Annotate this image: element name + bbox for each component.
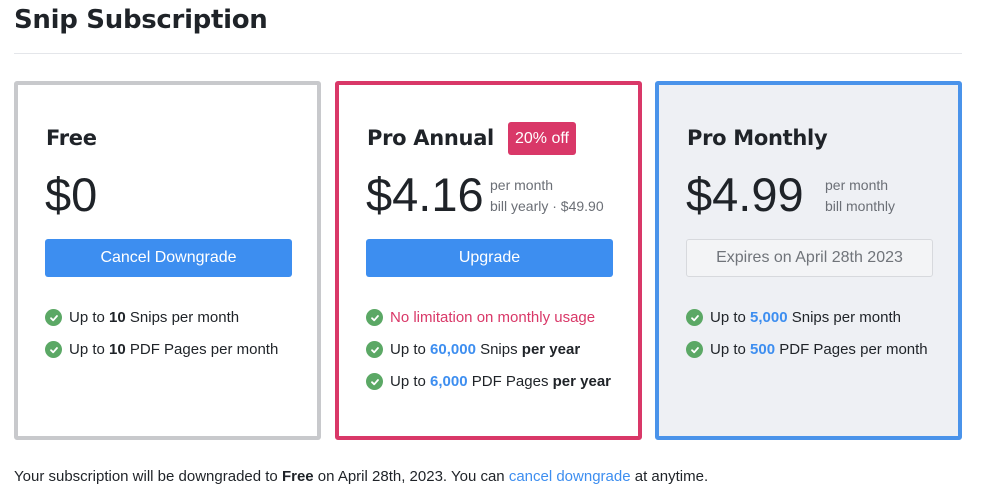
- feature-list: Up to 10 Snips per month Up to 10 PDF Pa…: [45, 307, 278, 371]
- feature-text: Up to 10 Snips per month: [69, 309, 240, 326]
- downgrade-notice: Your subscription will be downgraded to …: [14, 468, 709, 485]
- feature-text: Up to 6,000 PDF Pages per year: [390, 373, 611, 390]
- check-circle-icon: [366, 373, 383, 390]
- billing-info: bill yearly · $49.90: [490, 198, 604, 214]
- check-circle-icon: [686, 341, 703, 358]
- page-title: Snip Subscription: [14, 5, 268, 35]
- feature-list: No limitation on monthly usage Up to 60,…: [366, 307, 611, 403]
- plan-name: Pro Monthly: [687, 126, 828, 150]
- feature-item: Up to 5,000 Snips per month: [686, 307, 928, 328]
- check-circle-icon: [45, 341, 62, 358]
- discount-badge: 20% off: [508, 122, 576, 155]
- price-period: per month: [490, 177, 554, 193]
- plan-card-free: Free $0 Cancel Downgrade Up to 10 Snips …: [14, 81, 321, 440]
- title-divider: [14, 53, 962, 54]
- check-circle-icon: [686, 309, 703, 326]
- feature-list: Up to 5,000 Snips per month Up to 500 PD…: [686, 307, 928, 371]
- feature-item: No limitation on monthly usage: [366, 307, 611, 328]
- plan-price: $0: [45, 168, 98, 221]
- price-note: per month bill yearly · $49.90: [490, 175, 604, 217]
- feature-item: Up to 6,000 PDF Pages per year: [366, 371, 611, 392]
- plan-card-pro-monthly: Pro Monthly $4.99 per month bill monthly…: [655, 81, 962, 440]
- price-period: per month: [825, 177, 889, 193]
- feature-text: Up to 10 PDF Pages per month: [69, 341, 279, 358]
- plan-price: $4.99: [686, 168, 804, 221]
- check-circle-icon: [366, 309, 383, 326]
- upgrade-button[interactable]: Upgrade: [366, 239, 613, 277]
- feature-text: Up to 500 PDF Pages per month: [710, 341, 928, 358]
- plan-price: $4.16: [366, 168, 484, 221]
- feature-item: Up to 60,000 Snips per year: [366, 339, 611, 360]
- cancel-downgrade-button[interactable]: Cancel Downgrade: [45, 239, 292, 277]
- plan-card-pro-annual: Pro Annual 20% off $4.16 per month bill …: [335, 81, 642, 440]
- feature-text: Up to 5,000 Snips per month: [710, 309, 901, 326]
- feature-item: Up to 10 PDF Pages per month: [45, 339, 278, 360]
- feature-text: No limitation on monthly usage: [390, 309, 596, 326]
- check-circle-icon: [366, 341, 383, 358]
- plan-name: Free: [46, 126, 97, 150]
- cancel-downgrade-link[interactable]: cancel downgrade: [509, 468, 631, 485]
- feature-item: Up to 500 PDF Pages per month: [686, 339, 928, 360]
- billing-info: bill monthly: [825, 198, 896, 214]
- expires-button: Expires on April 28th 2023: [686, 239, 933, 277]
- target-plan: Free: [281, 468, 314, 485]
- price-note: per month bill monthly: [825, 175, 895, 217]
- feature-text: Up to 60,000 Snips per year: [390, 341, 581, 358]
- feature-item: Up to 10 Snips per month: [45, 307, 278, 328]
- check-circle-icon: [45, 309, 62, 326]
- plan-name: Pro Annual: [367, 126, 494, 150]
